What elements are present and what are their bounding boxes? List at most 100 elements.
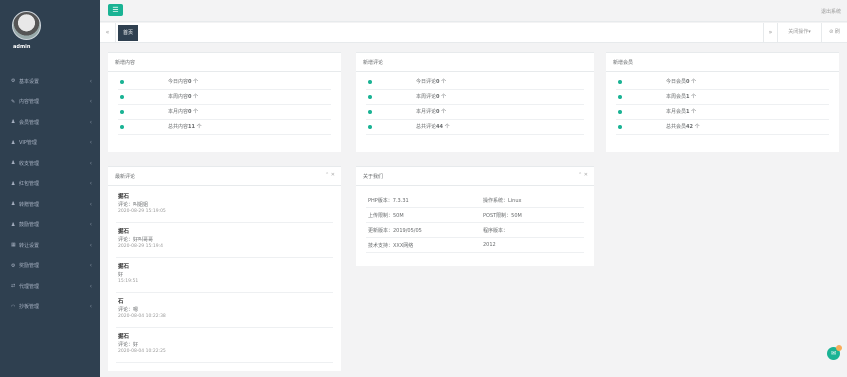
stat-text: 总共内容11 个 bbox=[168, 123, 202, 130]
comment-time: 2020-08-04 10:22:38 bbox=[118, 314, 166, 319]
status-dot bbox=[120, 125, 124, 129]
stat-text: 本周评论0 个 bbox=[416, 93, 446, 100]
panel-title: 最新评论 bbox=[115, 174, 136, 180]
status-dot bbox=[120, 80, 124, 84]
stat-unit: 个 bbox=[193, 79, 199, 85]
stat-label: 本月内容 bbox=[168, 109, 189, 115]
comment-text: 评论：好叫哥哥 bbox=[118, 237, 154, 243]
panel-title: 新增内容 bbox=[115, 60, 136, 66]
avatar[interactable] bbox=[12, 11, 41, 40]
sidebar-item-label: 代理管理 bbox=[19, 283, 40, 290]
chevron-left-icon: ‹ bbox=[89, 282, 92, 290]
tab-scroll-right-button[interactable]: » bbox=[763, 23, 777, 42]
stat-unit: 个 bbox=[441, 79, 447, 85]
sidebar-item[interactable]: ⇄ 代理管理 ‹ bbox=[0, 276, 100, 297]
logout-link[interactable]: 退出系统 bbox=[821, 8, 841, 15]
profile: admin bbox=[0, 0, 100, 62]
status-dot bbox=[368, 125, 372, 129]
stat-label: 今日会员 bbox=[666, 79, 687, 85]
sidebar-item[interactable]: ♟ 红包管理 ‹ bbox=[0, 174, 100, 195]
user-icon: ♟ bbox=[11, 139, 16, 146]
top-navbar: ☰ 退出系统 bbox=[100, 0, 847, 22]
sidebar-item[interactable]: ♟ VIP管理 ‹ bbox=[0, 133, 100, 154]
comment-item[interactable]: 掘石 评论：叫姐姐 2020-08-29 15:19:05 bbox=[116, 189, 333, 223]
sidebar-item[interactable]: ▦ 转让设置 ‹ bbox=[0, 235, 100, 256]
stat-row: 总共会员42 个 bbox=[616, 120, 829, 135]
stat-unit: 个 bbox=[691, 109, 697, 115]
stat-label: 总共会员 bbox=[666, 124, 687, 130]
new-comments-panel: 新增评论 今日评论0 个本周评论0 个本月评论0 个总共评论44 个 bbox=[356, 52, 594, 152]
stat-row: 本月内容0 个 bbox=[118, 105, 331, 120]
sidebar-item-label: 抄板管理 bbox=[19, 304, 40, 311]
sidebar-item-label: 红包管理 bbox=[19, 181, 40, 188]
stat-unit: 个 bbox=[691, 94, 697, 100]
sidebar-item[interactable]: ⚙ 奖励管理 ‹ bbox=[0, 256, 100, 277]
stat-text: 本月内容0 个 bbox=[168, 108, 198, 115]
user-icon: ♟ bbox=[11, 180, 16, 187]
panel-tools[interactable]: ⌃ ✕ bbox=[578, 172, 588, 178]
stat-unit: 个 bbox=[441, 109, 447, 115]
sidebar-item-label: 奖励管理 bbox=[19, 263, 40, 270]
stat-count: 44 bbox=[436, 124, 443, 130]
sidebar-item[interactable]: ✎ 内容管理 ‹ bbox=[0, 92, 100, 113]
stat-unit: 个 bbox=[196, 124, 202, 130]
about-right-value: 程序版本： bbox=[483, 228, 509, 234]
stat-row: 本月评论0 个 bbox=[366, 105, 584, 120]
user-icon: ♟ bbox=[11, 201, 16, 208]
user-icon: ♟ bbox=[11, 221, 16, 228]
chevron-left-icon: ‹ bbox=[89, 77, 92, 85]
new-content-panel: 新增内容 今日内容0 个本周内容0 个本月内容0 个总共内容11 个 bbox=[108, 52, 341, 152]
sidebar-item-label: 转赠管理 bbox=[19, 201, 40, 208]
stat-row: 总共评论44 个 bbox=[366, 120, 584, 135]
stat-unit: 个 bbox=[193, 94, 199, 100]
stat-count: 0 bbox=[686, 79, 690, 85]
chat-icon[interactable]: ✉ bbox=[827, 345, 842, 360]
status-dot bbox=[368, 80, 372, 84]
chevron-left-icon: ‹ bbox=[89, 139, 92, 147]
exchange-icon: ⇄ bbox=[11, 283, 16, 290]
stat-unit: 个 bbox=[441, 94, 447, 100]
stat-text: 本周会员1 个 bbox=[666, 93, 696, 100]
stat-count: 0 bbox=[188, 79, 192, 85]
sidebar-item-label: 基本设置 bbox=[19, 78, 40, 85]
stat-row: 本周评论0 个 bbox=[366, 90, 584, 105]
comment-item[interactable]: 石评论：嗯 2020-08-04 10:22:38 bbox=[116, 294, 333, 328]
stat-row: 今日会员0 个 bbox=[616, 75, 829, 90]
menu-toggle-button[interactable]: ☰ bbox=[108, 4, 123, 16]
comment-item[interactable]: 掘石好 15:19:51 bbox=[116, 259, 333, 293]
gear-icon: ⚙ bbox=[11, 78, 16, 85]
tab-home[interactable]: 首页 bbox=[118, 25, 139, 41]
about-left-value: PHP版本：7.3.31 bbox=[368, 198, 409, 204]
tab-scroll-left-button[interactable]: « bbox=[100, 23, 116, 42]
comment-user: 石 bbox=[118, 299, 124, 305]
sidebar-item[interactable]: ♟ 收支管理 ‹ bbox=[0, 153, 100, 174]
panel-tools[interactable]: ⌃ ✕ bbox=[325, 172, 335, 178]
stat-text: 总共评论44 个 bbox=[416, 123, 450, 130]
stat-label: 本周会员 bbox=[666, 94, 687, 100]
status-dot bbox=[368, 110, 372, 114]
divider bbox=[356, 185, 594, 186]
comment-item[interactable]: 掘石 评论：好叫哥哥 2020-08-29 15:19:4 bbox=[116, 224, 333, 258]
refresh-button[interactable]: ⊘ 刷 bbox=[821, 23, 847, 42]
sidebar-item[interactable]: ♟ 鼓励管理 ‹ bbox=[0, 215, 100, 236]
close-tabs-dropdown[interactable]: 关闭操作▾ bbox=[777, 23, 821, 42]
user-icon: ♟ bbox=[11, 160, 16, 167]
comment-text: 评论：嗯 bbox=[118, 307, 139, 313]
sidebar-item[interactable]: ♟ 转赠管理 ‹ bbox=[0, 194, 100, 215]
sidebar-item[interactable]: ⚙ 基本设置 ‹ bbox=[0, 71, 100, 92]
stat-label: 本月会员 bbox=[666, 109, 687, 115]
stat-text: 总共会员42 个 bbox=[666, 123, 700, 130]
comment-item[interactable]: 掘石 评论：好 2020-08-04 10:22:25 bbox=[116, 329, 333, 363]
profile-username[interactable]: admin bbox=[13, 44, 30, 50]
stat-row: 总共内容11 个 bbox=[118, 120, 331, 135]
status-dot bbox=[618, 125, 622, 129]
status-dot bbox=[618, 95, 622, 99]
table-icon: ▦ bbox=[11, 242, 16, 249]
sidebar-item[interactable]: ◠ 抄板管理 ‹ bbox=[0, 297, 100, 318]
about-right-value: 2012 bbox=[483, 242, 496, 248]
divider bbox=[108, 185, 341, 186]
about-row: PHP版本：7.3.31 操作系统：Linux bbox=[366, 193, 584, 208]
sidebar-item-label: 转让设置 bbox=[19, 242, 40, 249]
comment-user: 掘石 bbox=[118, 264, 130, 270]
sidebar-item[interactable]: ♟ 会员管理 ‹ bbox=[0, 112, 100, 133]
